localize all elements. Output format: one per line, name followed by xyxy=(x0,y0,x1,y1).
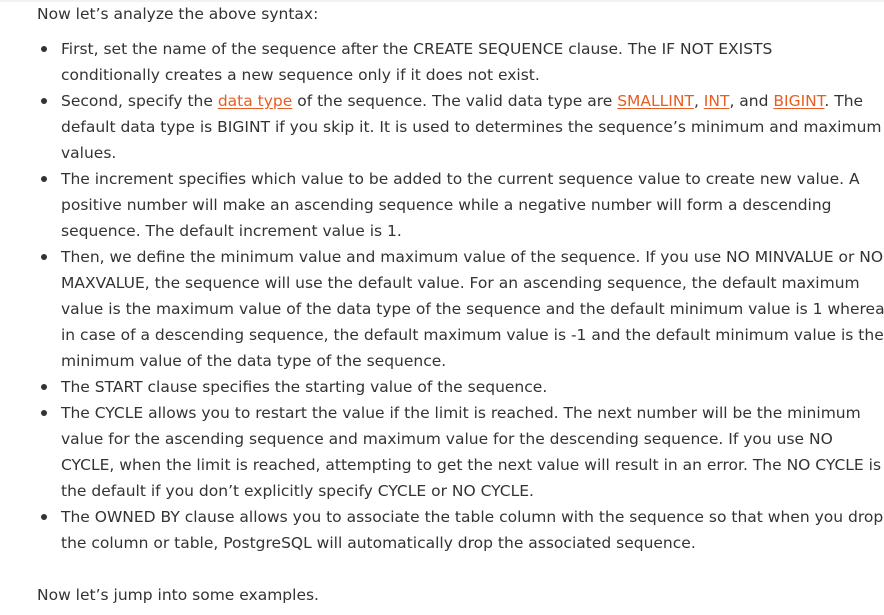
text-segment: of the sequence. The valid data type are xyxy=(292,92,618,110)
intro-paragraph: Now let’s analyze the above syntax: xyxy=(37,5,319,23)
int-link[interactable]: INT xyxy=(704,92,730,110)
list-item-line: The CYCLE allows you to restart the valu… xyxy=(61,404,861,422)
list-item-line: default data type is BIGINT if you skip … xyxy=(61,118,882,136)
bullet-icon xyxy=(41,514,47,520)
list-item-line: the default if you don’t explicitly spec… xyxy=(61,482,534,500)
data-type-link[interactable]: data type xyxy=(218,92,292,110)
list-item-line: minimum value of the data type of the se… xyxy=(61,352,447,370)
list-item-line: the column or table, PostgreSQL will aut… xyxy=(61,534,696,552)
list-item-line: Then, we define the minimum value and ma… xyxy=(61,248,884,266)
list-item: Then, we define the minimum value and ma… xyxy=(0,244,884,374)
list-item-line: MAXVALUE, the sequence will use the defa… xyxy=(61,274,860,292)
bullet-icon xyxy=(41,384,47,390)
bullet-icon xyxy=(41,254,47,260)
list-item: The START clause specifies the starting … xyxy=(0,374,884,400)
bullet-icon xyxy=(41,176,47,182)
list-item-line: The OWNED BY clause allows you to associ… xyxy=(61,508,884,526)
list-item: First, set the name of the sequence afte… xyxy=(0,36,884,88)
text-segment: , xyxy=(693,92,704,110)
list-item-line: Second, specify the data type of the seq… xyxy=(61,88,874,114)
list-item-line: value for the ascending sequence and max… xyxy=(61,430,833,448)
list-item: The CYCLE allows you to restart the valu… xyxy=(0,400,884,504)
text-segment: Second, specify the xyxy=(61,92,218,110)
syntax-explanation-list: First, set the name of the sequence afte… xyxy=(0,36,884,556)
list-item-line: values. xyxy=(61,144,117,162)
list-item-line: The START clause specifies the starting … xyxy=(61,378,548,396)
outro-paragraph: Now let’s jump into some examples. xyxy=(37,586,319,604)
list-item: The increment specifies which value to b… xyxy=(0,166,884,244)
list-item: The OWNED BY clause allows you to associ… xyxy=(0,504,884,556)
list-item-line: in case of a descending sequence, the de… xyxy=(61,326,884,344)
list-item-line: sequence. The default increment value is… xyxy=(61,222,402,240)
bullet-icon xyxy=(41,46,47,52)
list-item-line: The increment specifies which value to b… xyxy=(61,170,860,188)
smallint-link[interactable]: SMALLINT xyxy=(617,92,694,110)
bullet-icon xyxy=(41,410,47,416)
bullet-icon xyxy=(41,98,47,104)
list-item-line: First, set the name of the sequence afte… xyxy=(61,40,773,58)
list-item: Second, specify the data type of the seq… xyxy=(0,88,884,166)
list-item-line: positive number will make an ascending s… xyxy=(61,196,832,214)
list-item-line: value is the maximum value of the data t… xyxy=(61,300,884,318)
text-segment: . The xyxy=(824,92,864,110)
list-item-line: CYCLE, when the limit is reached, attemp… xyxy=(61,456,882,474)
bigint-link[interactable]: BIGINT xyxy=(773,92,824,110)
list-item-line: conditionally creates a new sequence onl… xyxy=(61,66,540,84)
text-segment: , and xyxy=(729,92,774,110)
